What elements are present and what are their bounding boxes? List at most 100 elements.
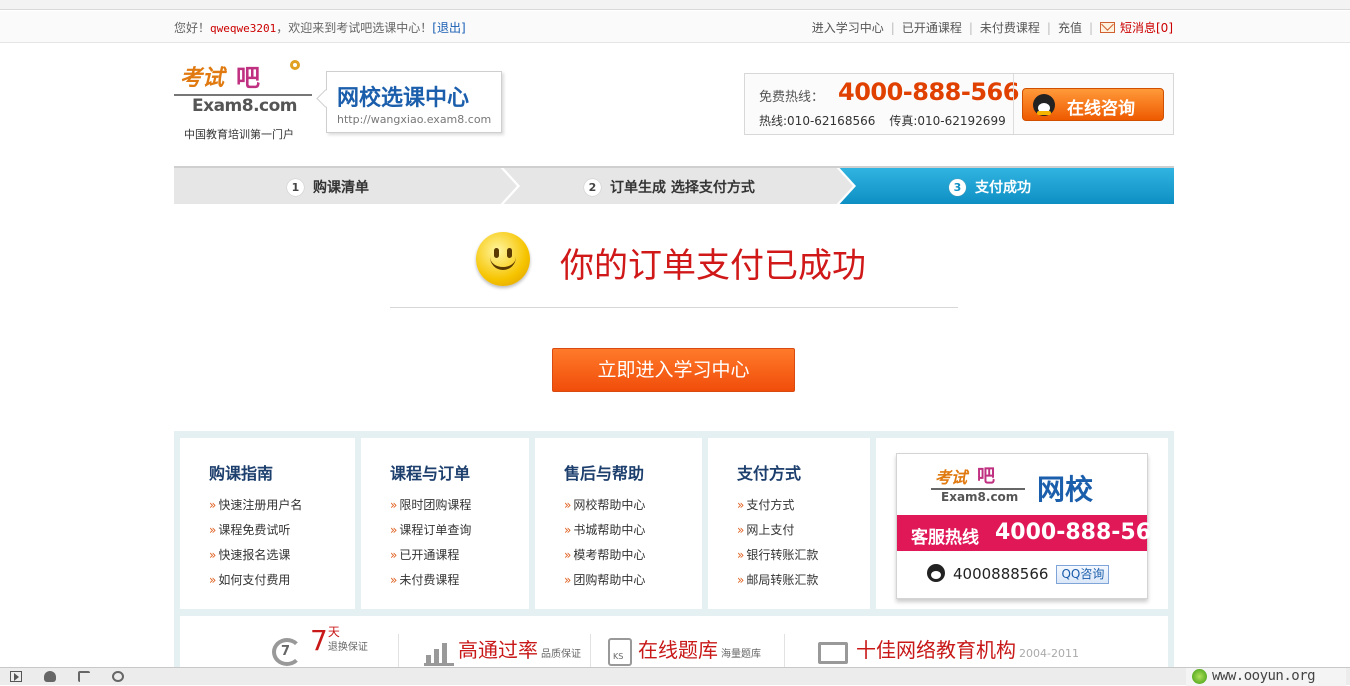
help-link[interactable]: 支付方式 <box>737 496 818 521</box>
step-label: 订单生成 选择支付方式 <box>610 180 755 196</box>
guarantee-big-text: 高通过率 <box>458 638 538 662</box>
question-bank-icon: KS <box>608 638 632 666</box>
logo-ring-icon <box>290 60 300 70</box>
help-link[interactable]: 网校帮助中心 <box>564 496 645 521</box>
ad-logo-domain: Exam8.com <box>941 490 1019 504</box>
help-link[interactable]: 限时团购课程 <box>390 496 471 521</box>
question-bank-icon-text: KS <box>613 652 624 661</box>
guarantee-big-text: 在线题库 <box>638 638 718 662</box>
welcome-message: ，欢迎来到考试吧选课中心！ <box>276 21 433 35</box>
logo-kao-text: 考试 <box>180 65 225 91</box>
hotline-box: 免费热线： 4000-888-566 热线:010-62168566 传真:010… <box>744 73 1174 135</box>
step-label: 购课清单 <box>313 180 369 196</box>
qq-contact-row: 4000888566 QQ咨询 <box>927 564 1110 584</box>
site-logo[interactable]: 考试 吧 Exam8.com 中国教育培训第一门户 <box>174 56 314 146</box>
cloud-icon[interactable] <box>44 671 56 682</box>
nav-separator: | <box>1046 21 1051 35</box>
guarantee-unit: 天 <box>327 625 340 639</box>
bar-chart-icon <box>424 638 454 666</box>
logo-slogan: 中国教育培训第一门户 <box>184 128 294 141</box>
online-consult-button[interactable]: 在线咨询 <box>1022 88 1164 121</box>
guarantee-small-text: 海量题库 <box>721 649 761 660</box>
mail-icon <box>1100 22 1115 33</box>
service-hotline-number: 4000-888-566 <box>995 520 1167 545</box>
help-column-title: 购课指南 <box>209 464 274 483</box>
nav-recharge[interactable]: 充值 <box>1058 21 1082 35</box>
messages-link[interactable]: 短消息[0] <box>1120 21 1173 35</box>
help-column-title: 课程与订单 <box>390 464 471 483</box>
username: qweqwe3201 <box>210 22 277 35</box>
guarantee-small-text: 退换保证 <box>327 642 368 653</box>
hotline-fax-row: 热线:010-62168566 传真:010-62192699 <box>759 112 1020 129</box>
step-order-payment: 2 订单生成 选择支付方式 <box>584 177 755 204</box>
step-label: 支付成功 <box>975 180 1031 196</box>
guarantee-top-ten: 十佳网络教育机构 2004-2011 <box>856 634 1079 663</box>
enter-learning-center-button[interactable]: 立即进入学习中心 <box>552 348 795 392</box>
help-link[interactable]: 网上支付 <box>737 521 818 546</box>
guarantee-high-pass-rate: 高通过率 品质保证 <box>458 634 581 663</box>
step-number: 2 <box>584 179 601 196</box>
nav-learning-center[interactable]: 进入学习中心 <box>812 21 884 35</box>
nav-unpaid-courses[interactable]: 未付费课程 <box>980 21 1040 35</box>
ad-logo-ba: 吧 <box>977 466 995 487</box>
step-payment-success: 3 支付成功 <box>949 177 1031 204</box>
qq-number: 4000888566 <box>953 565 1049 583</box>
guarantee-separator <box>398 634 399 668</box>
free-hotline-label: 免费热线： <box>759 90 825 105</box>
online-consult-label: 在线咨询 <box>1067 99 1135 119</box>
ad-school-text: 网校 <box>1037 473 1094 506</box>
guarantee-big-text: 7 <box>310 624 328 657</box>
help-column-courses-orders: 课程与订单 限时团购课程 课程订单查询 已开通课程 未付费课程 <box>361 438 529 609</box>
smiley-mouth <box>490 256 516 270</box>
step-number: 3 <box>949 179 966 196</box>
help-link[interactable]: 银行转账汇款 <box>737 546 818 571</box>
help-link[interactable]: 团购帮助中心 <box>564 571 645 596</box>
nav-separator: | <box>1088 21 1093 35</box>
ad-logo-kao: 考试 <box>935 468 968 487</box>
hotline-divider <box>1013 74 1014 134</box>
service-ad-column: 考试 吧 Exam8.com 网校 客服热线 4000-888-566 4000… <box>876 438 1168 609</box>
status-bar-right: www.ooyun.org <box>1186 668 1346 686</box>
school-center-title: 网校选课中心 <box>337 86 470 111</box>
qq-consult-button[interactable]: QQ咨询 <box>1056 565 1110 584</box>
refresh-7-icon: 7 <box>272 638 302 666</box>
share-icon[interactable] <box>78 671 90 682</box>
service-hotline-ad: 考试 吧 Exam8.com 网校 客服热线 4000-888-566 4000… <box>896 453 1166 599</box>
help-link[interactable]: 课程订单查询 <box>390 521 471 546</box>
school-center-badge: 网校选课中心 http://wangxiao.exam8.com <box>326 71 502 133</box>
help-link[interactable]: 书城帮助中心 <box>564 521 645 546</box>
tv-icon <box>818 642 848 664</box>
step-number: 1 <box>287 179 304 196</box>
gauge-icon[interactable] <box>112 671 124 682</box>
nav-separator: | <box>968 21 973 35</box>
service-hotline-bar: 客服热线 4000-888-566 <box>897 515 1166 551</box>
free-hotline-number: 4000-888-566 <box>838 78 1019 106</box>
nav-opened-courses[interactable]: 已开通课程 <box>902 21 962 35</box>
guarantee-online-question-bank: 在线题库 海量题库 <box>638 634 761 663</box>
ad-logo: 考试 吧 Exam8.com <box>931 462 1027 506</box>
service-hotline-label: 客服热线 <box>911 528 979 548</box>
greeting-text: 您好！ <box>174 21 211 35</box>
guarantee-big-text: 十佳网络教育机构 <box>856 638 1016 662</box>
logout-link[interactable]: [退出] <box>432 21 465 35</box>
fax-number: 传真:010-62192699 <box>889 114 1006 128</box>
help-link[interactable]: 未付费课程 <box>390 571 471 596</box>
top-bar: 您好！qweqwe3201，欢迎来到考试吧选课中心！[退出] 进入学习中心 | 已开… <box>0 11 1350 43</box>
guarantee-separator <box>590 634 591 668</box>
help-link[interactable]: 快速报名选课 <box>209 546 302 571</box>
top-nav: 进入学习中心 | 已开通课程 | 未付费课程 | 充值 | 短消息[0] <box>812 19 1173 36</box>
help-link[interactable]: 课程免费试听 <box>209 521 302 546</box>
help-link[interactable]: 模考帮助中心 <box>564 546 645 571</box>
help-link[interactable]: 已开通课程 <box>390 546 471 571</box>
help-link[interactable]: 快速注册用户名 <box>209 496 302 521</box>
help-section: 购课指南 快速注册用户名 课程免费试听 快速报名选课 如何支付费用 课程与订单 … <box>174 431 1174 685</box>
guarantee-7-day: 7天退换保证 <box>310 624 368 657</box>
step-arrow <box>497 168 517 204</box>
logo-ba-text: 吧 <box>236 64 260 92</box>
help-link[interactable]: 如何支付费用 <box>209 571 302 596</box>
guarantee-small-text: 品质保证 <box>541 649 581 660</box>
browser-status-bar: www.ooyun.org <box>0 667 1350 686</box>
checkout-steps: 1 购课清单 2 订单生成 选择支付方式 3 支付成功 <box>174 166 1174 204</box>
help-link[interactable]: 邮局转账汇款 <box>737 571 818 596</box>
play-icon[interactable] <box>10 671 22 682</box>
